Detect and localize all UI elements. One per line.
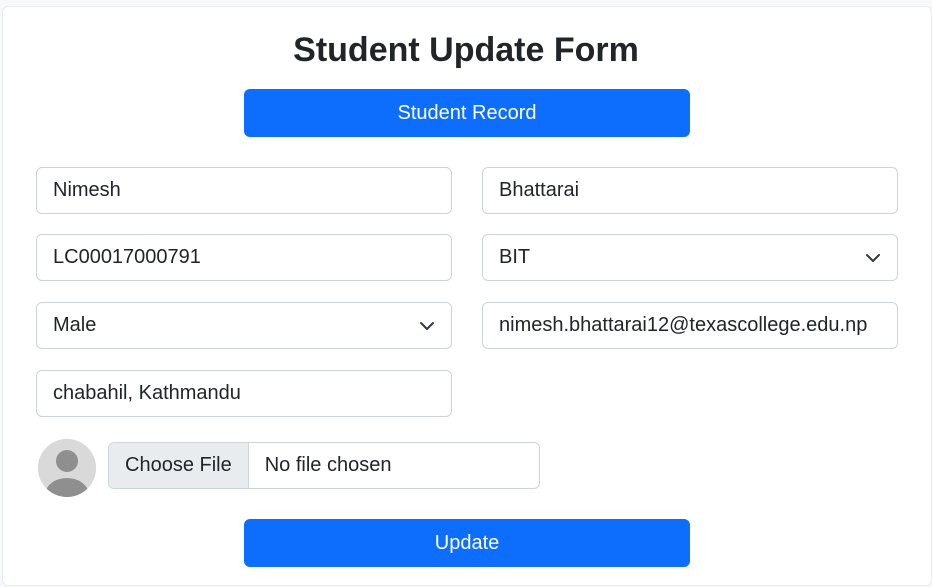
first-name-value: Nimesh bbox=[53, 179, 121, 201]
last-name-value: Bhattarai bbox=[499, 179, 580, 201]
program-value: BIT bbox=[499, 246, 531, 268]
choose-file-button[interactable]: Choose File bbox=[109, 443, 249, 488]
gender-select[interactable]: Male bbox=[36, 302, 452, 349]
address-field[interactable]: chabahil, Kathmandu bbox=[36, 370, 452, 417]
chevron-down-icon bbox=[866, 253, 880, 262]
page-title: Student Update Form bbox=[293, 31, 639, 69]
student-id-value: LC00017000791 bbox=[53, 246, 201, 268]
first-name-field[interactable]: Nimesh bbox=[36, 167, 452, 214]
photo-file-input[interactable]: Choose File No file chosen bbox=[108, 442, 540, 489]
email-value: nimesh.bhattarai12@texascollege.edu.np bbox=[499, 314, 868, 336]
program-select[interactable]: BIT bbox=[482, 234, 898, 281]
last-name-field[interactable]: Bhattarai bbox=[482, 167, 898, 214]
gender-value: Male bbox=[53, 314, 97, 336]
student-id-field[interactable]: LC00017000791 bbox=[36, 234, 452, 281]
email-field[interactable]: nimesh.bhattarai12@texascollege.edu.np bbox=[482, 302, 898, 349]
user-avatar-icon bbox=[38, 439, 96, 497]
update-button[interactable]: Update bbox=[244, 519, 690, 567]
student-record-button[interactable]: Student Record bbox=[244, 89, 690, 137]
address-value: chabahil, Kathmandu bbox=[53, 382, 241, 404]
chevron-down-icon bbox=[420, 321, 434, 330]
file-status-text: No file chosen bbox=[264, 454, 392, 476]
